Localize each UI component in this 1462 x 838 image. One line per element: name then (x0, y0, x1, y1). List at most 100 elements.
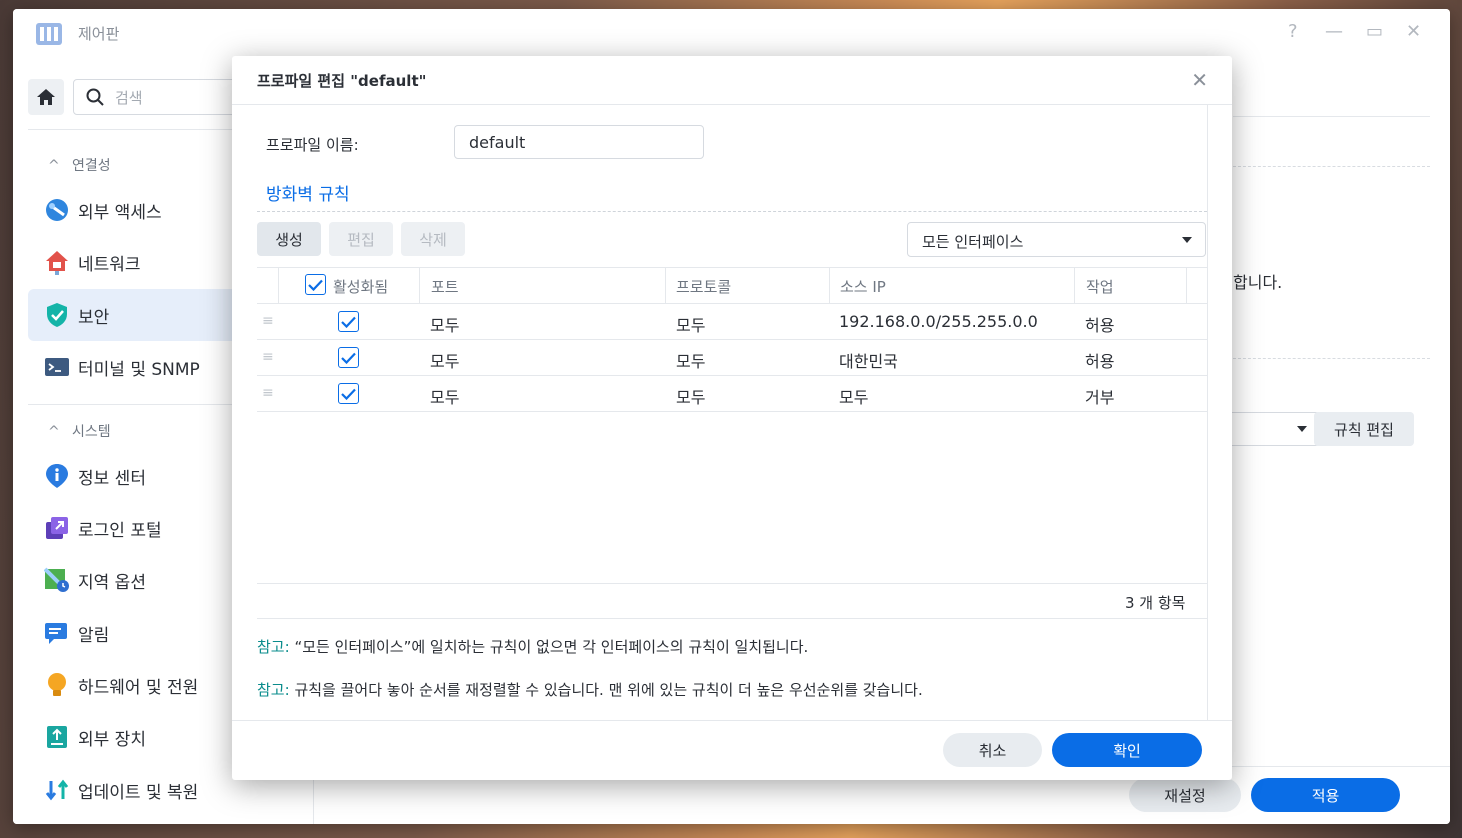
divider (257, 583, 1207, 584)
divider (257, 411, 1207, 412)
column-header-port[interactable]: 포트 (431, 276, 459, 297)
note-label: 참고: (257, 638, 290, 656)
scrollbar-track (1207, 105, 1208, 720)
home-icon (37, 89, 55, 105)
divider (257, 375, 1207, 376)
update-arrows-icon (45, 779, 69, 801)
column-header-source-ip[interactable]: 소스 IP (840, 276, 886, 297)
chevron-up-icon: ^ (48, 158, 60, 174)
note-text: “모든 인터페이스”에 일치하는 규칙이 없으면 각 인터페이스의 규칙이 일치… (294, 638, 809, 656)
column-separator (278, 267, 279, 303)
settings-description-text: 합니다. (1233, 273, 1283, 292)
divider (232, 104, 1232, 105)
divider (1233, 166, 1430, 167)
divider (257, 303, 1207, 304)
window-title: 제어판 (78, 25, 120, 43)
cell-source-ip: 모두 (839, 388, 869, 407)
column-header-action[interactable]: 작업 (1086, 276, 1114, 297)
note-interface-match: 참고: “모든 인터페이스”에 일치하는 규칙이 없으면 각 인터페이스의 규칙… (257, 636, 808, 657)
divider (257, 339, 1207, 340)
delete-button[interactable]: 삭제 (401, 222, 465, 256)
checkmark-icon (341, 352, 356, 364)
drag-handle-icon[interactable]: ≡ (262, 313, 274, 329)
divider (257, 618, 1207, 619)
divider (232, 720, 1232, 721)
edit-profile-dialog: 프로파일 편집 "default" ✕ 프로파일 이름: 방화벽 규칙 생성 편… (232, 56, 1232, 780)
create-button[interactable]: 생성 (257, 222, 321, 256)
network-house-icon (46, 251, 68, 275)
cell-action: 허용 (1085, 316, 1115, 335)
column-header-enabled[interactable]: 활성화됨 (333, 276, 388, 297)
maximize-icon[interactable]: ▭ (1366, 21, 1383, 43)
usb-device-icon (47, 726, 67, 748)
checkmark-icon (341, 316, 356, 328)
close-icon[interactable]: ✕ (1191, 68, 1208, 92)
minimize-icon[interactable]: — (1325, 21, 1343, 43)
divider (1233, 116, 1430, 117)
note-text: 규칙을 끌어다 놓아 순서를 재정렬할 수 있습니다. 맨 위에 있는 규칙이 … (294, 681, 923, 699)
cell-source-ip: 192.168.0.0/255.255.0.0 (839, 312, 1038, 331)
help-icon[interactable]: ? (1288, 21, 1298, 43)
item-count: 3 개 항목 (1125, 594, 1186, 612)
login-portal-icon (46, 517, 68, 539)
cell-action: 거부 (1085, 388, 1115, 407)
select-all-checkbox[interactable] (305, 274, 326, 295)
edit-rules-button[interactable]: 규칙 편집 (1314, 412, 1414, 446)
divider (1233, 358, 1430, 359)
column-separator (1074, 267, 1075, 303)
dropdown-arrow-icon (1297, 426, 1307, 432)
cell-port: 모두 (430, 352, 460, 371)
profile-name-label: 프로파일 이름: (266, 136, 359, 154)
note-label: 참고: (257, 681, 290, 699)
cell-port: 모두 (430, 316, 460, 335)
apply-button[interactable]: 적용 (1251, 778, 1400, 812)
info-icon (46, 464, 68, 488)
checkmark-icon (308, 279, 323, 291)
cell-protocol: 모두 (676, 316, 706, 335)
divider (257, 267, 1207, 268)
firewall-rules-heading: 방화벽 규칙 (266, 185, 350, 205)
search-placeholder: 검색 (115, 89, 143, 107)
profile-name-input[interactable] (454, 125, 704, 159)
map-clock-icon (44, 567, 69, 592)
row-enabled-checkbox[interactable] (338, 311, 359, 332)
divider (257, 211, 1207, 212)
reset-button[interactable]: 재설정 (1129, 778, 1241, 812)
cell-protocol: 모두 (676, 352, 706, 371)
interface-select-value: 모든 인터페이스 (922, 233, 1024, 251)
home-button[interactable] (28, 79, 64, 115)
cell-protocol: 모두 (676, 388, 706, 407)
drag-handle-icon[interactable]: ≡ (262, 349, 274, 365)
cancel-button[interactable]: 취소 (943, 733, 1042, 767)
column-separator (829, 267, 830, 303)
dialog-title: 프로파일 편집 "default" (257, 72, 427, 90)
chevron-up-icon: ^ (48, 424, 60, 440)
dropdown-arrow-icon (1182, 237, 1192, 243)
cell-source-ip: 대한민국 (839, 352, 898, 371)
notification-icon (45, 623, 67, 644)
section-connectivity[interactable]: ^ 연결성 (48, 155, 111, 175)
title-bar: 제어판 ? — ▭ ✕ (13, 9, 1450, 57)
external-access-icon (46, 199, 68, 221)
profile-select[interactable] (1228, 412, 1320, 446)
checkmark-icon (341, 388, 356, 400)
column-separator (665, 267, 666, 303)
edit-button[interactable]: 편집 (329, 222, 393, 256)
section-system[interactable]: ^ 시스템 (48, 421, 111, 441)
terminal-icon (45, 358, 69, 376)
ok-button[interactable]: 확인 (1052, 733, 1202, 767)
drag-handle-icon[interactable]: ≡ (262, 385, 274, 401)
note-drag-reorder: 참고: 규칙을 끌어다 놓아 순서를 재정렬할 수 있습니다. 맨 위에 있는 … (257, 679, 923, 700)
column-header-protocol[interactable]: 프로토콜 (676, 276, 731, 297)
shield-check-icon (47, 303, 67, 327)
row-enabled-checkbox[interactable] (338, 383, 359, 404)
column-separator (1186, 267, 1187, 303)
lightbulb-icon (48, 673, 66, 696)
row-enabled-checkbox[interactable] (338, 347, 359, 368)
control-panel-app-icon (36, 23, 62, 45)
column-separator (419, 267, 420, 303)
search-icon (86, 88, 104, 106)
close-window-icon[interactable]: ✕ (1406, 21, 1421, 43)
cell-port: 모두 (430, 388, 460, 407)
interface-select[interactable]: 모든 인터페이스 (907, 222, 1206, 257)
